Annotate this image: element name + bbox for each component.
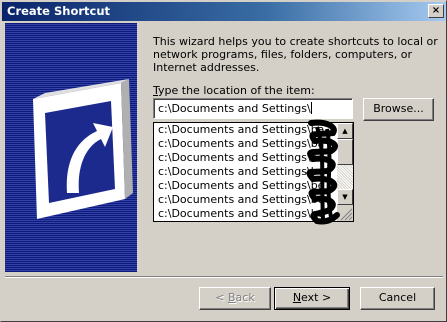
location-value: c:\Documents and Settings\ [158, 102, 311, 115]
title-bar[interactable]: Create Shortcut × [2, 2, 446, 21]
browse-label: Browse... [373, 102, 424, 115]
browse-button[interactable]: Browse... [363, 98, 434, 121]
shortcut-arrow-icon [33, 79, 133, 219]
redaction-scribble [306, 119, 340, 225]
separator-highlight [5, 277, 443, 278]
window-title: Create Shortcut [7, 4, 111, 18]
wizard-banner [5, 23, 137, 272]
location-label: Type the location of the item: [153, 84, 315, 97]
intro-text: This wizard helps you to create shortcut… [153, 35, 438, 74]
close-icon[interactable]: × [428, 4, 444, 18]
cancel-button[interactable]: Cancel [360, 287, 435, 310]
location-input[interactable]: c:\Documents and Settings\ [153, 98, 353, 119]
label-rest: ype the location of the item: [158, 84, 315, 97]
create-shortcut-dialog: Create Shortcut × This wizard helps you … [0, 0, 447, 322]
next-button[interactable]: Next > [274, 287, 350, 310]
text-caret [310, 102, 312, 114]
back-button[interactable]: < Back [199, 287, 271, 310]
